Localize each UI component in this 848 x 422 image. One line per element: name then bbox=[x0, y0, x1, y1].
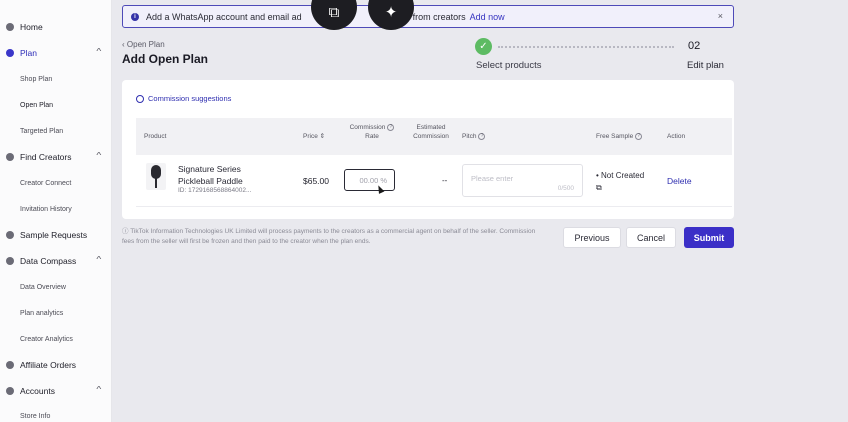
pitch-char-count: 0/500 bbox=[557, 185, 574, 192]
info-icon: i bbox=[131, 12, 139, 21]
check-icon: ✓ bbox=[475, 38, 492, 55]
sidebar-item-shop-plan[interactable]: Shop Plan bbox=[0, 68, 112, 90]
sidebar-item-label: Home bbox=[20, 22, 43, 32]
sidebar-item-creator-connect[interactable]: Creator Connect bbox=[0, 172, 112, 194]
sidebar-item-invitation-history[interactable]: Invitation History bbox=[0, 198, 112, 220]
sidebar-item-home[interactable]: Home bbox=[0, 16, 112, 38]
sidebar-item-find-creators[interactable]: Find Creators ^ bbox=[0, 146, 112, 168]
sidebar-item-label: Sample Requests bbox=[20, 230, 88, 240]
step-2-label: Edit plan bbox=[687, 60, 724, 71]
step-2-number: 02 bbox=[688, 40, 701, 52]
home-icon bbox=[6, 23, 14, 31]
estimated-commission: -- bbox=[442, 176, 448, 185]
sidebar-item-store-info[interactable]: Store Info bbox=[0, 405, 112, 422]
step-connector bbox=[498, 46, 674, 48]
back-label: Open Plan bbox=[126, 40, 165, 49]
product-name-line2: Pickleball Paddle bbox=[178, 175, 243, 186]
sidebar-item-label: Find Creators bbox=[20, 152, 72, 162]
paddle-handle bbox=[155, 178, 157, 188]
col-price-label: Price bbox=[303, 133, 318, 140]
sidebar-item-label: Plan bbox=[20, 48, 38, 58]
find-creators-icon bbox=[6, 153, 14, 161]
col-label: Rate bbox=[365, 133, 379, 140]
col-action: Action bbox=[667, 133, 686, 140]
data-compass-icon bbox=[6, 257, 14, 265]
col-product: Product bbox=[144, 133, 167, 140]
sidebar-item-sample-requests[interactable]: Sample Requests bbox=[0, 224, 112, 246]
col-label: Estimated bbox=[416, 124, 446, 131]
commission-rate-input[interactable]: 00.00 % bbox=[344, 169, 395, 191]
sample-requests-icon bbox=[6, 231, 14, 239]
product-id: ID: 1729168568864002... bbox=[178, 187, 252, 194]
sidebar-item-label: Accounts bbox=[20, 386, 55, 396]
plan-icon bbox=[6, 49, 14, 57]
table-row: Signature Series Pickleball Paddle ID: 17… bbox=[136, 155, 732, 207]
col-free-sample: Free Sample? bbox=[596, 132, 643, 141]
question-icon[interactable]: ? bbox=[387, 123, 395, 131]
commission-suggestions-link[interactable]: Commission suggestions bbox=[136, 94, 231, 103]
sidebar-item-accounts[interactable]: Accounts ^ bbox=[0, 380, 112, 402]
product-name: Signature Series Pickleball Paddle bbox=[178, 164, 278, 187]
step-1-label: Select products bbox=[476, 60, 542, 71]
page-title: Add Open Plan bbox=[122, 52, 209, 66]
question-icon[interactable]: ? bbox=[478, 132, 486, 140]
close-icon[interactable]: × bbox=[718, 11, 723, 21]
info-icon: ⓘ bbox=[122, 228, 131, 235]
delete-button[interactable]: Delete bbox=[667, 176, 692, 186]
previous-button[interactable]: Previous bbox=[563, 227, 621, 248]
sidebar-item-affiliate-orders[interactable]: Affiliate Orders bbox=[0, 354, 112, 376]
question-icon[interactable]: ? bbox=[635, 132, 643, 140]
accounts-icon bbox=[6, 387, 14, 395]
table-header: Product Price ⇕ Commission? Rate Estimate… bbox=[136, 118, 732, 155]
edit-icon[interactable]: ⧉ bbox=[596, 183, 602, 192]
col-label: Free Sample bbox=[596, 133, 634, 140]
disclaimer-body: TikTok Information Technologies UK Limit… bbox=[122, 228, 536, 245]
sidebar-item-label: Data Compass bbox=[20, 256, 77, 266]
sidebar-item-open-plan[interactable]: Open Plan bbox=[0, 94, 112, 116]
notification-banner: i Add a WhatsApp account and email ad ge… bbox=[122, 5, 734, 28]
sidebar-item-creator-analytics[interactable]: Creator Analytics bbox=[0, 328, 112, 350]
col-label: Commission bbox=[413, 133, 449, 140]
submit-button[interactable]: Submit bbox=[684, 227, 734, 248]
free-sample-label: Not Created bbox=[601, 171, 645, 180]
col-label: Commission bbox=[349, 124, 386, 131]
chevron-up-icon: ^ bbox=[96, 47, 102, 56]
product-name-line1: Signature Series bbox=[178, 164, 241, 174]
add-now-link[interactable]: Add now bbox=[470, 12, 505, 22]
product-image bbox=[146, 163, 166, 190]
sidebar-item-targeted-plan[interactable]: Targeted Plan bbox=[0, 120, 112, 142]
disclaimer-text: ⓘ TikTok Information Technologies UK Lim… bbox=[122, 227, 540, 247]
product-card: Commission suggestions Product Price ⇕ C… bbox=[122, 80, 734, 219]
sidebar-item-data-compass[interactable]: Data Compass ^ bbox=[0, 250, 112, 272]
sidebar-item-label: Affiliate Orders bbox=[20, 360, 77, 370]
free-sample-status: • Not Created ⧉ bbox=[596, 171, 645, 192]
pitch-textarea[interactable]: Please enter 0/500 bbox=[462, 164, 583, 197]
main-content: i Add a WhatsApp account and email ad ge… bbox=[112, 0, 848, 422]
col-est-commission: Estimated Commission bbox=[406, 123, 456, 141]
sidebar-item-plan-analytics[interactable]: Plan analytics bbox=[0, 302, 112, 324]
col-pitch: Pitch? bbox=[462, 132, 486, 141]
sort-icon: ⇕ bbox=[319, 133, 326, 140]
col-label: Pitch bbox=[462, 133, 477, 140]
col-price[interactable]: Price ⇕ bbox=[303, 132, 325, 141]
chevron-up-icon: ^ bbox=[96, 151, 102, 160]
pitch-placeholder: Please enter bbox=[471, 174, 514, 183]
lightbulb-icon bbox=[136, 94, 144, 103]
cancel-button[interactable]: Cancel bbox=[626, 227, 676, 248]
sidebar-item-plan[interactable]: Plan ^ bbox=[0, 42, 112, 64]
pickleball-paddle-icon bbox=[151, 165, 161, 179]
banner-text: Add a WhatsApp account and email ad bbox=[146, 11, 302, 22]
back-link[interactable]: ‹ Open Plan bbox=[122, 40, 165, 49]
suggestions-label: Commission suggestions bbox=[148, 94, 232, 103]
affiliate-orders-icon bbox=[6, 361, 14, 369]
col-commission-rate: Commission? Rate bbox=[342, 123, 402, 141]
sidebar: Home Plan ^ Shop Plan Open Plan Targeted … bbox=[0, 0, 112, 422]
chevron-up-icon: ^ bbox=[96, 385, 102, 394]
product-price: $65.00 bbox=[303, 176, 329, 186]
chevron-up-icon: ^ bbox=[96, 255, 102, 264]
sidebar-item-data-overview[interactable]: Data Overview bbox=[0, 276, 112, 298]
